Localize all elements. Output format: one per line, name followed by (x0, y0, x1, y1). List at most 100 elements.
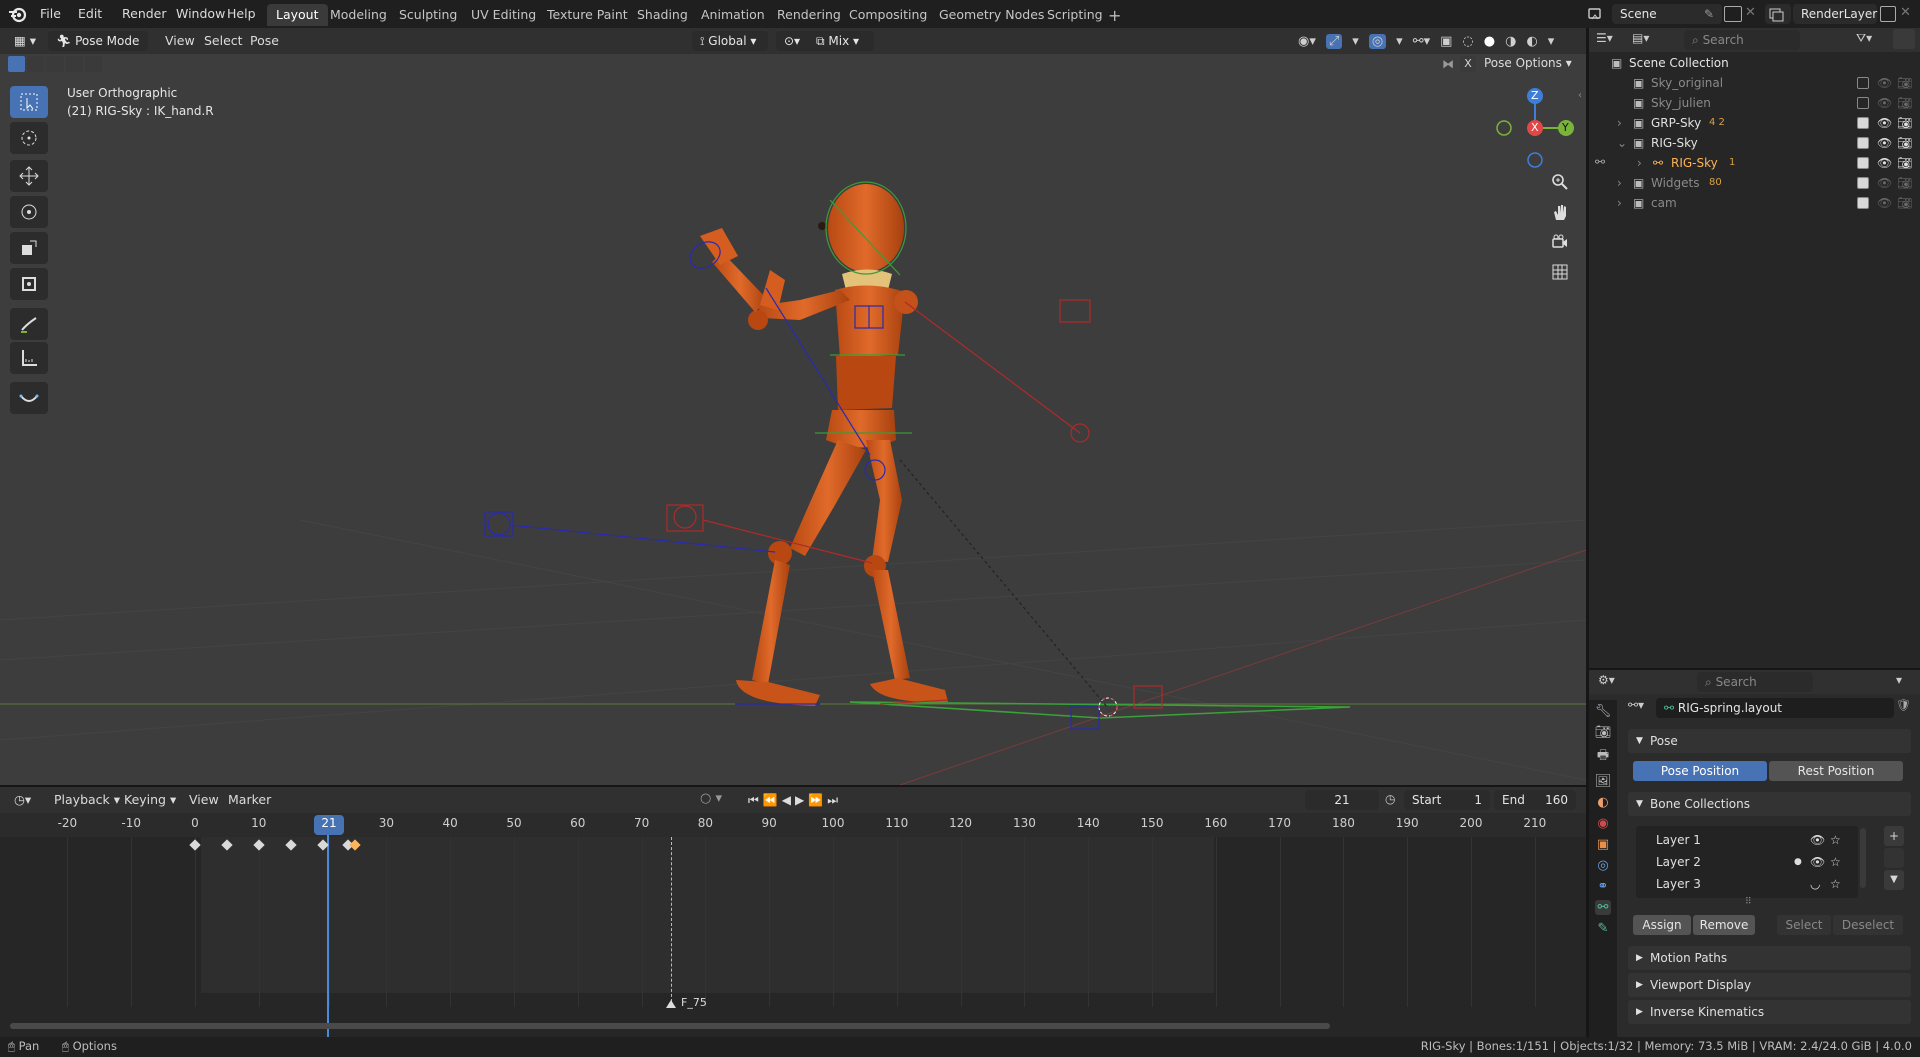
filter-icon[interactable]: ⛛▾ (1856, 31, 1872, 46)
physics-tab-icon[interactable]: ◎ (1597, 858, 1608, 873)
expand-chevron-icon[interactable]: › (1637, 153, 1642, 173)
tab-scripting[interactable]: Scripting (1038, 4, 1112, 26)
start-frame-field[interactable]: Start 1 (1404, 790, 1490, 810)
scene-icon[interactable] (1586, 4, 1604, 24)
tool-rotate[interactable] (10, 196, 48, 228)
tab-layout[interactable]: Layout (267, 4, 328, 26)
menu-edit[interactable]: Edit (70, 4, 110, 24)
eye-visibility-icon[interactable]: 👁︎ (1877, 173, 1892, 193)
menu-select[interactable]: Select (198, 31, 249, 51)
eye-visibility-icon[interactable]: 👁︎ (1810, 852, 1825, 872)
constraints-tab-icon[interactable]: ⚭ (1598, 879, 1609, 894)
outliner-row[interactable]: › ▣ GRP-Sky 4 2 👁︎ 📷︎ (1589, 113, 1920, 133)
editor-type-icon[interactable]: ▦ ▾ (8, 31, 44, 51)
fake-user-icon[interactable]: 🛡︎ (1896, 698, 1914, 718)
jump-keyframe-back-icon[interactable]: ⏪ (763, 793, 778, 807)
new-collection-icon[interactable] (1893, 29, 1915, 49)
tool-cursor[interactable] (10, 122, 48, 154)
motion-paths-header[interactable]: ▶ Motion Paths (1628, 946, 1911, 970)
assign-button[interactable]: Assign (1633, 915, 1691, 935)
tab-compositing[interactable]: Compositing (840, 4, 936, 26)
bone-collection-row[interactable]: Layer 2 ● 👁︎ ☆ (1640, 852, 1856, 872)
area-separator-horizontal[interactable] (0, 785, 1586, 787)
exclude-checkbox[interactable] (1857, 77, 1869, 89)
exclude-checkbox[interactable] (1857, 177, 1869, 189)
menu-pose[interactable]: Pose (244, 31, 285, 51)
view-layer-field[interactable]: RenderLayer (1793, 4, 1877, 24)
rest-position-button[interactable]: Rest Position (1769, 761, 1903, 781)
tab-uv-editing[interactable]: UV Editing (462, 4, 545, 26)
outliner-row[interactable]: › ▣ Widgets 80 👁︎ 📷︎ (1589, 173, 1920, 193)
menu-timeline-view[interactable]: View (183, 790, 225, 810)
menu-render[interactable]: Render (114, 4, 175, 24)
add-view-layer-icon[interactable] (1880, 6, 1896, 22)
tool-measure[interactable] (10, 342, 48, 374)
hidden-eye-icon[interactable]: ◡ (1810, 874, 1820, 894)
navigation-gizmo[interactable]: Z Y X (1490, 86, 1580, 172)
zoom-icon[interactable] (1546, 168, 1574, 196)
render-camera-icon[interactable]: 📷︎ (1897, 73, 1912, 93)
sidebar-toggle-icon[interactable]: ‹ (1578, 90, 1582, 101)
visibility-icon[interactable]: ◉▾ (1298, 34, 1316, 49)
render-camera-icon[interactable]: 📷︎ (1897, 93, 1912, 113)
eye-visibility-icon[interactable]: 👁︎ (1877, 113, 1892, 133)
marker-label[interactable]: F_75 (681, 996, 707, 1009)
add-workspace-icon[interactable]: + (1108, 6, 1121, 25)
select-subtract-icon[interactable] (46, 56, 64, 72)
exclude-checkbox[interactable] (1857, 157, 1869, 169)
eye-visibility-icon[interactable]: 👁︎ (1877, 73, 1892, 93)
marker-triangle-icon[interactable] (666, 1000, 676, 1008)
collection-specials-icon[interactable]: ▼ (1884, 870, 1904, 890)
tool-annotate[interactable] (10, 308, 48, 340)
transform-orientation-dropdown[interactable]: ⟟ Global ▾ (692, 31, 768, 51)
solo-star-icon[interactable]: ☆ (1830, 874, 1841, 894)
tab-sculpting[interactable]: Sculpting (390, 4, 466, 26)
tool-transform[interactable] (10, 268, 48, 300)
eye-visibility-icon[interactable]: 👁︎ (1810, 830, 1825, 850)
render-camera-icon[interactable]: 📷︎ (1897, 193, 1912, 213)
render-tab-icon[interactable]: 📷︎ (1595, 725, 1612, 740)
jump-keyframe-forward-icon[interactable]: ⏩ (808, 793, 823, 807)
tab-animation[interactable]: Animation (692, 4, 774, 26)
outliner-search-input[interactable]: ⌕ Search (1684, 30, 1800, 50)
select-intersect-icon[interactable] (84, 56, 103, 72)
snap-dropdown[interactable]: ⧉ Mix ▾ (808, 31, 874, 51)
tool-relax[interactable] (10, 382, 48, 414)
properties-editor-type-icon[interactable]: ⚙▾ (1598, 673, 1615, 687)
view-layer-tab-icon[interactable]: 🖼︎ (1595, 774, 1612, 789)
outliner-row[interactable]: ▣ Sky_julien 👁︎ 📷︎ (1589, 93, 1920, 113)
eye-visibility-icon[interactable]: 👁︎ (1877, 133, 1892, 153)
bone-collection-row[interactable]: Layer 3 ◡ ☆ (1640, 874, 1856, 894)
eye-visibility-icon[interactable]: 👁︎ (1877, 93, 1892, 113)
pin-icon[interactable]: ✎ (1704, 7, 1714, 21)
jump-end-icon[interactable]: ⏭ (827, 793, 838, 808)
outliner-row[interactable]: ▣ Sky_original 👁︎ 📷︎ (1589, 73, 1920, 93)
use-preview-range-icon[interactable]: ◷ (1385, 792, 1395, 806)
outliner-editor-type-icon[interactable]: ☰▾ (1596, 31, 1613, 45)
tool-move[interactable] (10, 160, 48, 192)
select-new-icon[interactable] (8, 56, 26, 72)
output-tab-icon[interactable]: 🖶︎ (1597, 746, 1609, 768)
list-resize-grip-icon[interactable]: ⠿ (1745, 897, 1752, 907)
render-camera-icon[interactable]: 📷︎ (1897, 113, 1912, 133)
properties-search-input[interactable]: ⌕ Search (1697, 672, 1813, 692)
world-tab-icon[interactable]: ◉ (1597, 816, 1608, 831)
jump-start-icon[interactable]: ⏮ (748, 793, 759, 808)
expand-chevron-icon[interactable]: › (1617, 173, 1622, 193)
mirror-x-toggle[interactable]: X (1460, 56, 1476, 72)
outliner-row-scene-collection[interactable]: ▣ Scene Collection (1589, 53, 1920, 73)
mode-dropdown[interactable]: 🏃︎ Pose Mode ▾ (48, 31, 148, 68)
solid-shading-icon[interactable]: ● (1484, 34, 1495, 49)
3d-viewport[interactable] (0, 28, 1586, 785)
play-icon[interactable]: ▶ (795, 793, 804, 807)
bone-mode-icon[interactable]: ⚯ (1595, 155, 1605, 169)
expand-chevron-icon[interactable]: › (1617, 113, 1622, 133)
overlays-dropdown-icon[interactable]: ▾ (1396, 34, 1403, 49)
bone-tab-icon[interactable]: ✎ (1598, 921, 1609, 936)
tab-shading[interactable]: Shading (628, 4, 697, 26)
exclude-checkbox[interactable] (1857, 97, 1869, 109)
viewport-display-header[interactable]: ▶ Viewport Display (1628, 973, 1911, 997)
inverse-kinematics-header[interactable]: ▶ Inverse Kinematics (1628, 1000, 1911, 1024)
remove-view-layer-icon[interactable]: ✕ (1900, 5, 1911, 20)
outliner-row[interactable]: › ▣ cam 👁︎ 📷︎ (1589, 193, 1920, 213)
